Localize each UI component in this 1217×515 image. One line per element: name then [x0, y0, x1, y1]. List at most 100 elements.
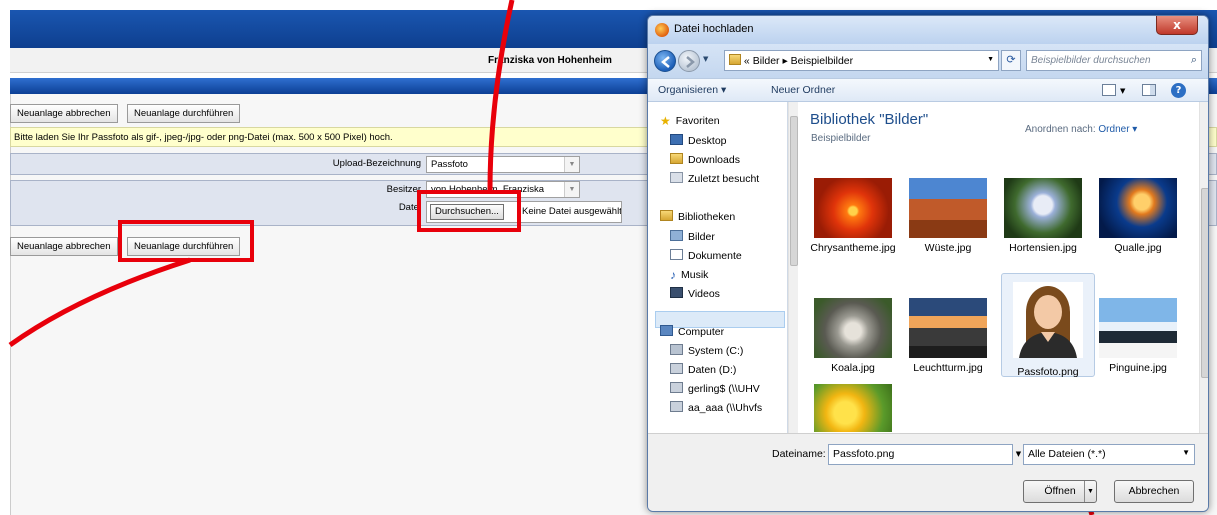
chevron-down-icon[interactable]: ▼ — [1120, 87, 1125, 95]
nav-pictures-label: Bilder — [688, 231, 715, 243]
nav-pictures[interactable]: Bilder — [670, 230, 715, 246]
nav-scrollbar[interactable] — [788, 102, 798, 433]
nav-network-drive-2-label: aa_aaa (\\Uhvfs — [688, 402, 763, 414]
breadcrumb-overflow[interactable]: « — [744, 55, 750, 67]
nav-desktop-label: Desktop — [688, 135, 727, 147]
history-chevron-icon[interactable]: ▼ — [703, 55, 708, 63]
file-item-lighthouse[interactable]: Leuchtturm.jpg — [903, 298, 993, 398]
filename-input[interactable]: Passfoto.png — [828, 444, 1013, 465]
network-drive-icon — [670, 401, 683, 412]
file-list-scrollbar[interactable] — [1199, 102, 1208, 433]
filename-label: Dateiname: — [772, 448, 826, 460]
file-item-hydrangea[interactable]: Hortensien.jpg — [998, 178, 1088, 278]
nav-drive-d[interactable]: Daten (D:) — [670, 363, 736, 379]
arrange-by[interactable]: Anordnen nach: Ordner ▾ — [1025, 124, 1137, 135]
breadcrumb-separator: ▸ — [782, 55, 788, 67]
nav-videos[interactable]: Videos — [670, 287, 720, 303]
nav-documents[interactable]: Dokumente — [670, 249, 742, 265]
file-item-penguins[interactable]: Pinguine.jpg — [1093, 298, 1183, 398]
open-button[interactable]: Öffnen ▼ — [1023, 480, 1097, 503]
nav-desktop[interactable]: Desktop — [670, 134, 727, 150]
nav-scrollbar-thumb[interactable] — [790, 116, 798, 266]
nav-drive-d-label: Daten (D:) — [688, 364, 737, 376]
library-subtitle: Beispielbilder — [811, 133, 871, 144]
folder-icon — [729, 54, 741, 65]
jellyfish-photo — [1099, 178, 1177, 238]
file-name: Koala.jpg — [831, 362, 875, 374]
new-folder-button[interactable]: Neuer Ordner — [771, 84, 835, 96]
nav-libraries-label: Bibliotheken — [678, 211, 736, 223]
navigation-pane: ★ Favoriten Desktop Downloads Zuletzt bes… — [648, 102, 788, 433]
help-icon[interactable]: ? — [1171, 83, 1186, 98]
organize-menu[interactable]: Organisieren ▾ — [658, 84, 726, 96]
file-name: Qualle.jpg — [1114, 242, 1162, 254]
file-name: Hortensien.jpg — [1009, 242, 1077, 254]
file-item-jellyfish[interactable]: Qualle.jpg — [1093, 178, 1183, 278]
nav-libraries[interactable]: Bibliotheken — [660, 210, 735, 226]
preview-pane-icon[interactable] — [1142, 84, 1156, 96]
hydrangea-photo — [1004, 178, 1082, 238]
koala-photo — [814, 298, 892, 358]
nav-network-drive-1[interactable]: gerling$ (\\UHV — [670, 382, 760, 398]
breadcrumb-beispielbilder[interactable]: Beispielbilder — [791, 55, 853, 67]
file-item-koala[interactable]: Koala.jpg — [808, 298, 898, 398]
cancel-button[interactable]: Abbrechen — [1114, 480, 1194, 503]
nav-network-drive-2[interactable]: aa_aaa (\\Uhvfs — [670, 401, 762, 417]
close-button[interactable]: x — [1156, 16, 1198, 35]
chevron-down-icon[interactable]: ▼ — [1084, 481, 1096, 502]
view-options-icon[interactable] — [1102, 84, 1116, 96]
downloads-folder-icon — [670, 153, 683, 164]
refresh-icon[interactable]: ⟳ — [1001, 50, 1021, 71]
nav-recent[interactable]: Zuletzt besucht — [670, 172, 759, 188]
file-list-pane: Bibliothek "Bilder" Beispielbilder Anord… — [798, 102, 1199, 433]
nav-computer[interactable]: Computer — [660, 325, 724, 341]
file-type-select[interactable]: Alle Dateien (*.*) ▼ — [1023, 444, 1195, 465]
dialog-title-bar: Datei hochladen x — [648, 16, 1208, 44]
recent-places-icon — [670, 172, 683, 183]
chevron-down-icon[interactable]: ▼ — [987, 56, 994, 63]
nav-music-label: Musik — [681, 269, 709, 281]
file-list-scrollbar-thumb[interactable] — [1201, 188, 1208, 378]
callout-line-browse — [487, 0, 515, 191]
nav-drive-c[interactable]: System (C:) — [670, 344, 743, 360]
documents-library-icon — [670, 249, 683, 260]
address-bar: ▼ « Bilder ▸ Beispielbilder ▼ ⟳ Beispiel… — [648, 44, 1208, 78]
nav-downloads[interactable]: Downloads — [670, 153, 740, 169]
search-input[interactable]: Beispielbilder durchsuchen ⌕ — [1026, 50, 1202, 71]
back-arrow-icon[interactable] — [654, 50, 676, 72]
search-icon: ⌕ — [1190, 54, 1197, 66]
chrysanthemum-photo — [814, 178, 892, 238]
drive-icon — [670, 363, 683, 374]
nav-favorites-label: Favoriten — [675, 115, 720, 127]
lighthouse-photo — [909, 298, 987, 358]
file-type-value: Alle Dateien (*.*) — [1028, 448, 1106, 460]
file-item-passfoto[interactable]: Passfoto.png — [1003, 282, 1093, 382]
nav-favorites[interactable]: ★ Favoriten — [660, 114, 720, 130]
file-item-desert[interactable]: Wüste.jpg — [903, 178, 993, 278]
breadcrumb[interactable]: « Bilder ▸ Beispielbilder ▼ — [724, 50, 999, 71]
nav-music[interactable]: ♪ Musik — [670, 268, 708, 284]
nav-documents-label: Dokumente — [688, 250, 742, 262]
file-name: Passfoto.png — [1017, 366, 1079, 378]
music-note-icon: ♪ — [670, 268, 676, 282]
videos-library-icon — [670, 287, 683, 298]
nav-network-drive-1-label: gerling$ (\\UHV — [688, 383, 760, 395]
chevron-down-icon: ▼ — [1182, 448, 1190, 457]
file-item-chrysanthemum[interactable]: Chrysantheme.jpg — [808, 178, 898, 278]
browser-icon — [655, 23, 669, 37]
nav-computer-label: Computer — [678, 326, 725, 338]
network-drive-icon — [670, 382, 683, 393]
nav-videos-label: Videos — [688, 288, 720, 300]
forward-arrow-icon[interactable] — [678, 50, 700, 72]
nav-downloads-label: Downloads — [688, 154, 740, 166]
arrange-by-value[interactable]: Ordner ▾ — [1098, 124, 1137, 135]
file-name: Wüste.jpg — [924, 242, 972, 254]
nav-drive-c-label: System (C:) — [688, 345, 744, 357]
file-name: Leuchtturm.jpg — [913, 362, 983, 374]
pictures-library-icon — [670, 230, 683, 241]
desktop-icon — [670, 134, 683, 145]
breadcrumb-bilder[interactable]: Bilder — [753, 55, 780, 67]
computer-icon — [660, 325, 673, 336]
dialog-toolbar: Organisieren ▾ Neuer Ordner ▼ ? — [648, 78, 1208, 102]
nav-recent-label: Zuletzt besucht — [688, 173, 760, 185]
